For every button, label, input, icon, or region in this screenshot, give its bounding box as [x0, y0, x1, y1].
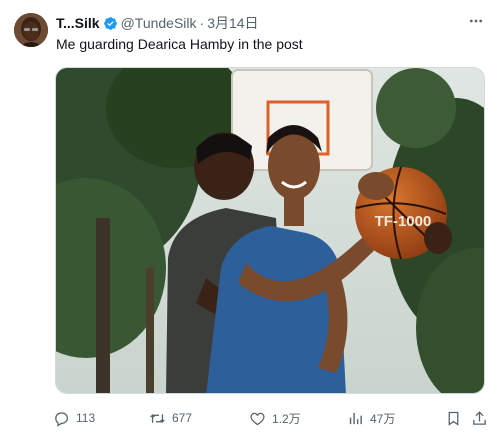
avatar[interactable] [14, 13, 48, 47]
tweet-actions: 113 677 1.2万 47万 [53, 404, 493, 432]
reply-count: 113 [76, 411, 96, 425]
views-button[interactable]: 47万 [347, 404, 395, 432]
tweet-date[interactable]: 3月14日 [207, 13, 258, 33]
views-icon [349, 412, 362, 424]
tweet-text: Me guarding Dearica Hamby in the post [56, 36, 303, 52]
reply-button[interactable]: 113 [53, 404, 95, 432]
like-button[interactable]: 1.2万 [249, 404, 301, 432]
views-count: 47万 [370, 411, 396, 426]
separator-dot: · [199, 15, 205, 31]
retweet-button[interactable]: 677 [149, 404, 192, 432]
share-button[interactable] [471, 404, 488, 432]
tweet: T...Silk @TundeSilk · 3月14日 Me guarding … [0, 0, 500, 440]
bookmark-button[interactable] [445, 404, 462, 432]
tweet-photo[interactable]: TF-1000 [55, 67, 485, 394]
user-handle[interactable]: @TundeSilk [121, 15, 197, 31]
ball-label: TF-1000 [375, 213, 432, 230]
retweet-count: 677 [172, 411, 193, 425]
retweet-icon [150, 413, 165, 423]
heart-icon [250, 412, 265, 425]
bookmark-icon [448, 411, 459, 426]
like-count: 1.2万 [272, 411, 301, 426]
tweet-header: T...Silk @TundeSilk · 3月14日 [56, 13, 486, 33]
reply-icon [55, 411, 69, 427]
share-icon [473, 410, 486, 425]
more-options-icon[interactable] [466, 11, 486, 31]
verified-badge-icon [103, 16, 118, 31]
display-name[interactable]: T...Silk [56, 15, 100, 31]
